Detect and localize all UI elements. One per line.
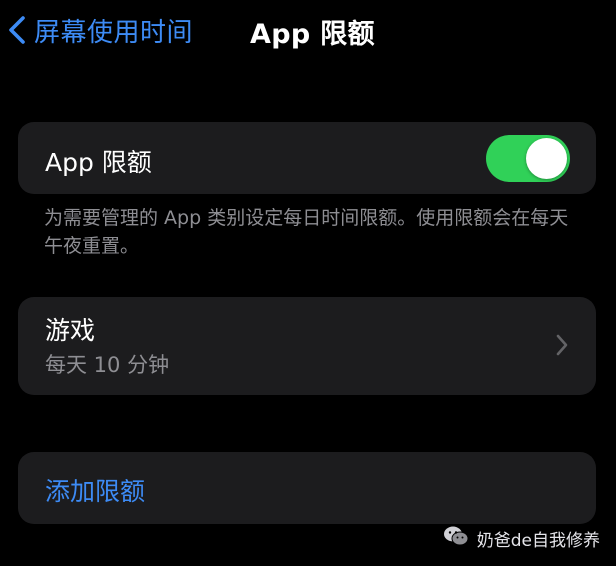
watermark-text: 奶爸de自我修养: [476, 531, 600, 551]
app-limits-description: 为需要管理的 App 类别设定每日时间限额。使用限额会在每天午夜重置。: [44, 207, 569, 257]
chevron-right-icon: [556, 334, 568, 360]
navigation-bar: 屏幕使用时间 App 限额: [0, 0, 616, 62]
add-limit-button[interactable]: 添加限额: [45, 472, 145, 508]
category-name: 游戏: [45, 316, 96, 345]
category-limit-row[interactable]: 游戏 每天 10 分钟: [18, 297, 596, 395]
wechat-icon: [443, 525, 469, 552]
app-limits-toggle-label: App 限额: [45, 148, 152, 177]
add-limit-card: 添加限额: [18, 452, 596, 524]
app-limits-toggle-card: App 限额: [18, 122, 596, 194]
toggle-knob: [526, 138, 567, 179]
back-button-label: 屏幕使用时间: [34, 17, 194, 48]
page-title: App 限额: [250, 19, 375, 50]
watermark: 奶爸de自我修养: [443, 525, 600, 552]
back-button[interactable]: 屏幕使用时间: [8, 10, 193, 50]
chevron-left-icon: [8, 15, 26, 45]
category-limit-value: 每天 10 分钟: [45, 353, 170, 377]
app-limits-toggle[interactable]: [486, 135, 570, 182]
